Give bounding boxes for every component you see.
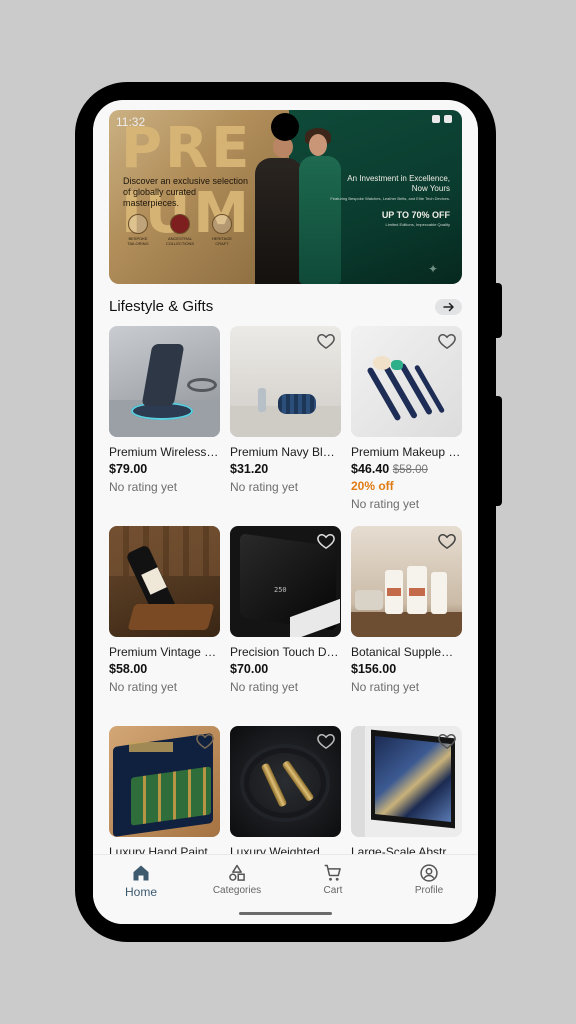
favorite-heart-icon[interactable] (316, 331, 336, 351)
product-name: Botanical Supplement Set (351, 645, 462, 659)
product-card[interactable]: Luxury Weighted Jump Rope (230, 726, 341, 859)
home-icon (133, 865, 149, 881)
status-icons (432, 115, 452, 123)
product-card[interactable]: Premium Makeup Brush Set $46.40 $58.00 2… (351, 326, 462, 511)
banner-offer: UP TO 70% OFF (381, 210, 450, 220)
bespoke-tailoring-icon: BESPOKE TAILORING (123, 214, 153, 246)
product-card[interactable]: Luxury Hand Painted Chocolates (109, 726, 220, 859)
product-name: Premium Vintage Wine Holder (109, 645, 220, 659)
original-price: $58.00 (392, 464, 428, 476)
section-title: Lifestyle & Gifts (109, 298, 214, 315)
product-card[interactable]: Premium Wireless Charging Stand $79.00 N… (109, 326, 220, 494)
product-rating: No rating yet (351, 680, 420, 694)
product-card[interactable]: Premium Vintage Wine Holder $58.00 No ra… (109, 526, 220, 694)
gesture-home-indicator (239, 912, 332, 915)
product-card[interactable]: Premium Navy Blue Foam Roller $31.20 No … (230, 326, 341, 494)
heritage-craft-icon: HERITAGE CRAFT (207, 214, 237, 246)
favorite-heart-icon[interactable] (437, 531, 457, 551)
favorite-heart-icon[interactable] (316, 731, 336, 751)
product-price: $31.20 (230, 462, 269, 476)
nav-profile[interactable]: Profile (381, 863, 477, 896)
favorite-heart-icon[interactable] (316, 531, 336, 551)
product-price: $46.40 $58.00 (351, 462, 428, 476)
favorite-heart-icon[interactable] (195, 731, 215, 751)
banner-offer-text: An Investment in Excellence, Now Yours F… (330, 174, 450, 227)
product-name: Precision Touch Digital Scale (230, 645, 341, 659)
product-price: $70.00 (230, 662, 269, 676)
discount-label: 20% off (351, 479, 394, 493)
favorite-heart-icon[interactable] (437, 731, 457, 751)
app-screen: 11:32 PREIUM Discover an exclusive selec… (93, 100, 478, 924)
profile-icon (420, 864, 438, 882)
battery-icon (444, 115, 452, 123)
sparkle-icon: ✦ (427, 262, 438, 276)
nav-home[interactable]: Home (93, 863, 189, 899)
product-name: Premium Wireless Charging Stand (109, 445, 220, 459)
product-price: $58.00 (109, 662, 148, 676)
volume-button (494, 283, 502, 338)
bottom-nav: Home Categories Cart Profile (93, 854, 478, 924)
product-rating: No rating yet (230, 680, 299, 694)
product-image-wine-bottle (109, 526, 220, 637)
nav-categories[interactable]: Categories (189, 863, 285, 896)
wifi-icon (432, 115, 440, 123)
product-name: Premium Makeup Brush Set (351, 445, 462, 459)
product-price: $156.00 (351, 662, 397, 676)
product-card[interactable]: Botanical Supplement Set $156.00 No rati… (351, 526, 462, 694)
banner-tagline: Discover an exclusive selection of globa… (123, 176, 249, 208)
product-rating: No rating yet (351, 497, 420, 511)
banner-feature-icons: BESPOKE TAILORING ANCESTRAL COLLECTIONS … (123, 214, 237, 246)
categories-icon (229, 864, 245, 881)
cart-icon (324, 864, 341, 881)
see-all-button[interactable] (435, 299, 462, 315)
product-rating: No rating yet (109, 480, 178, 494)
status-time: 11:32 (116, 115, 146, 129)
product-rating: No rating yet (230, 480, 299, 494)
product-name: Premium Navy Blue Foam Roller (230, 445, 341, 459)
product-image-wireless-charger (109, 326, 220, 437)
product-card[interactable]: 250 Precision Touch Digital Scale $70.00… (230, 526, 341, 694)
ancestral-collections-icon: ANCESTRAL COLLECTIONS (165, 214, 195, 246)
power-button (494, 396, 502, 506)
nav-cart[interactable]: Cart (285, 863, 381, 896)
product-card[interactable]: Large-Scale Abstract Canvas (351, 726, 462, 859)
front-camera (271, 113, 299, 141)
arrow-right-icon (442, 302, 454, 312)
product-rating: No rating yet (109, 680, 178, 694)
favorite-heart-icon[interactable] (437, 331, 457, 351)
product-price: $79.00 (109, 462, 148, 476)
